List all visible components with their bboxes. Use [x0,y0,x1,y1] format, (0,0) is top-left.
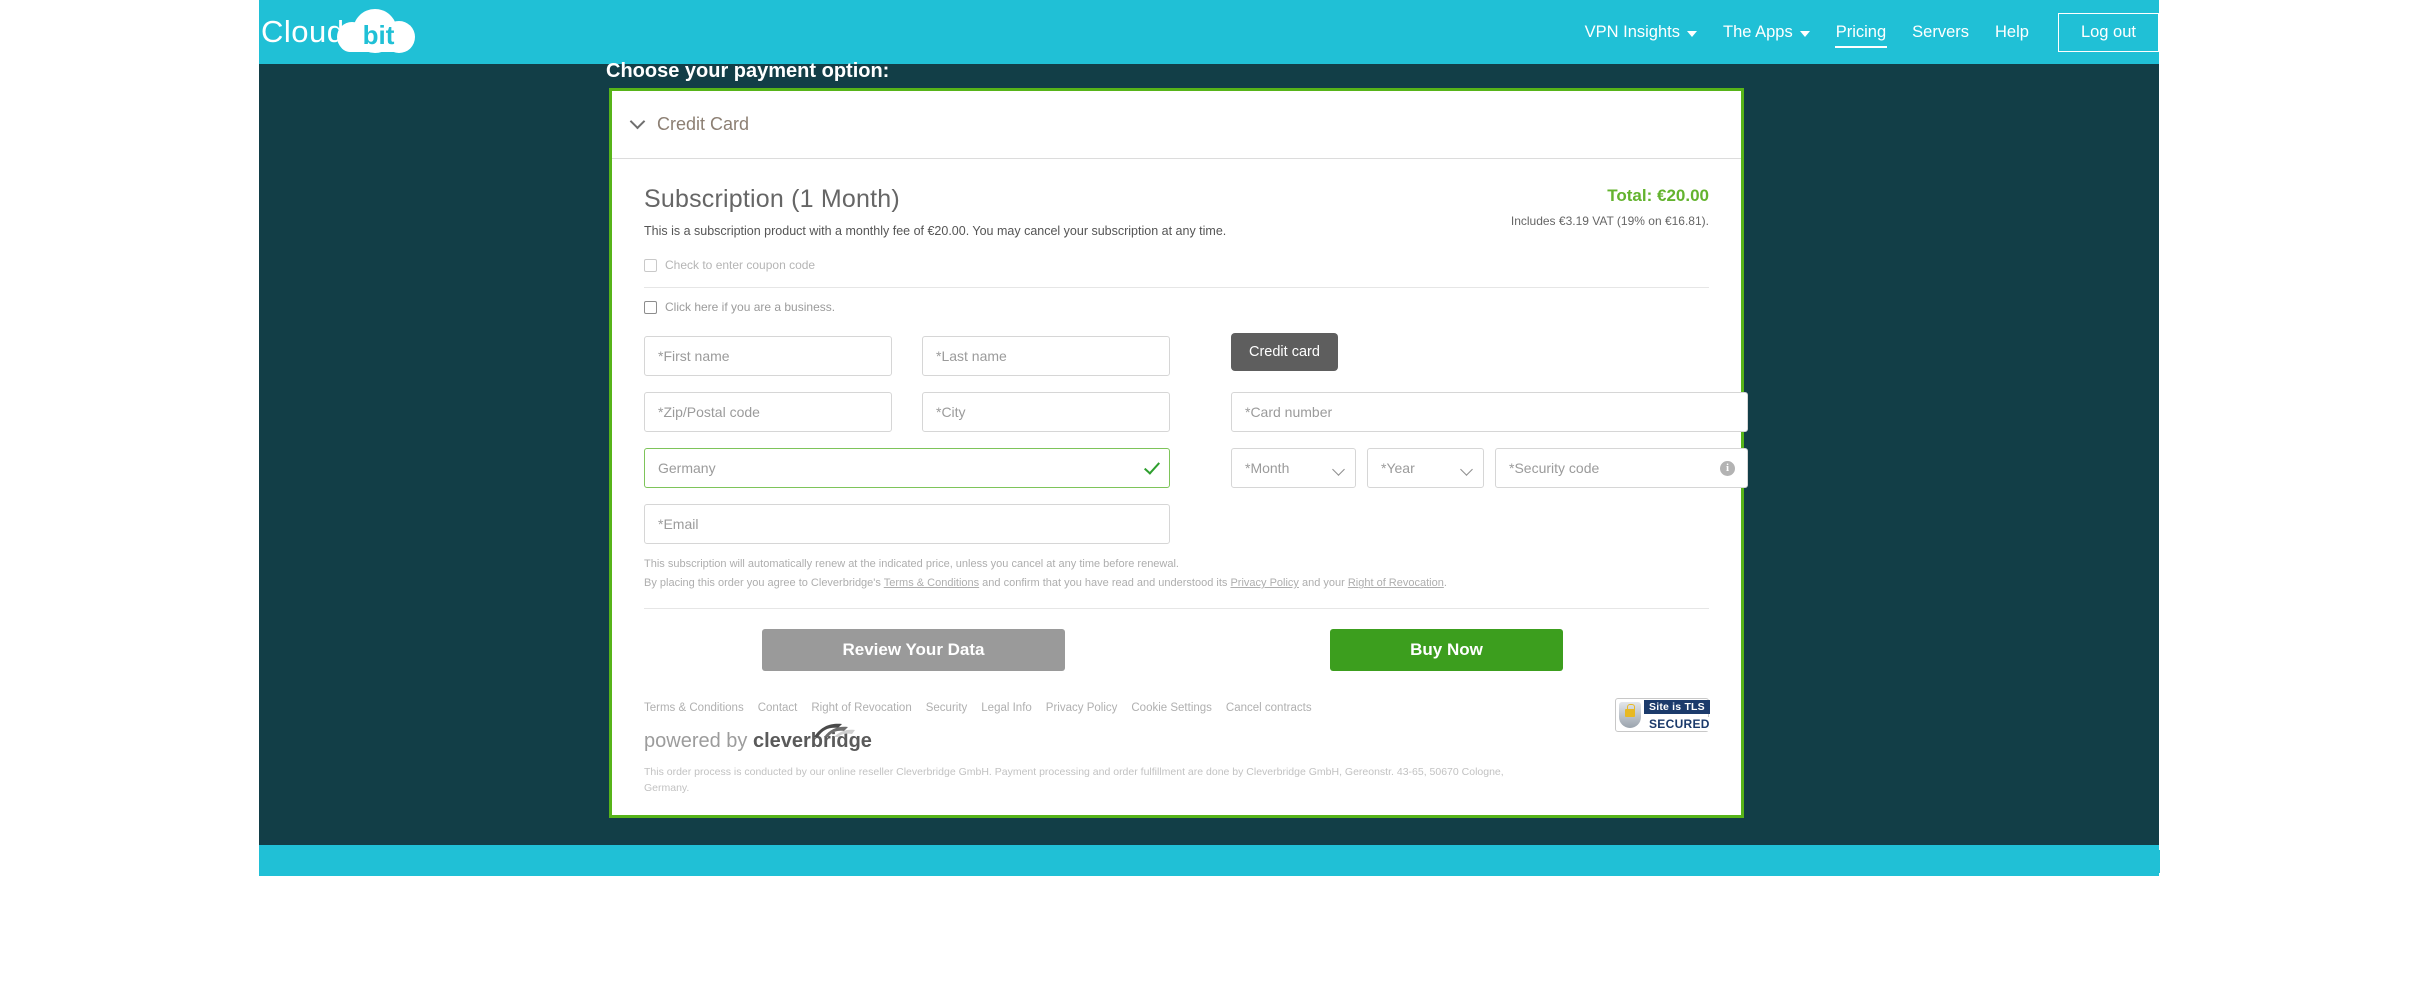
footer-link-right-of-revocation[interactable]: Right of Revocation [811,702,911,714]
agreement-notice: By placing this order you agree to Cleve… [644,574,1709,593]
logout-button[interactable]: Log out [2057,12,2159,52]
nav-label: VPN Insights [1584,22,1680,41]
lock-shield-icon [1619,701,1641,728]
total-amount: Total: €20.00 [1607,186,1709,205]
expiry-month-select[interactable]: *Month [1231,448,1356,488]
nav-label: Help [1995,22,2029,41]
business-row[interactable]: Click here if you are a business. [644,300,1709,314]
city-placeholder: *City [936,404,966,420]
page-root: Cloud bit VPN Insights The Apps Pricing … [0,0,2425,1008]
payment-method-header[interactable]: Credit Card [612,91,1741,159]
review-your-data-button[interactable]: Review Your Data [762,628,1065,671]
footer-link-contact[interactable]: Contact [758,702,798,714]
country-select[interactable]: Germany [644,448,1170,488]
footer-links: Terms & Conditions Contact Right of Revo… [644,702,1709,714]
right-of-revocation-link[interactable]: Right of Revocation [1348,577,1444,589]
info-icon[interactable]: i [1720,461,1735,476]
nav-label: Servers [1912,22,1969,41]
coupon-label: Check to enter coupon code [665,258,816,272]
checkout-card: Credit Card Total: €20.00 Includes €3.19… [609,88,1748,818]
site-footer-bar [259,845,2159,876]
city-input[interactable]: *City [922,392,1170,432]
last-name-placeholder: *Last name [936,348,1007,364]
tls-line-2: SECURED [1644,716,1715,731]
expiry-year-select[interactable]: *Year [1367,448,1484,488]
renew-notice: This subscription will automatically ren… [644,558,1179,570]
nav-label: The Apps [1722,22,1793,41]
page-title: Choose your payment option: [606,60,890,82]
tls-secured-badge: Site is TLS SECURED [1615,697,1715,732]
last-name-input[interactable]: *Last name [922,336,1170,376]
logo-text: Cloud [261,13,345,49]
tls-badge-text: Site is TLS SECURED [1644,697,1715,733]
nav-item-servers[interactable]: Servers [1899,0,1982,64]
site-logo[interactable]: Cloud bit [261,7,426,55]
reseller-disclaimer: This order process is conducted by our o… [644,765,1504,795]
action-buttons: Review Your Data Buy Now [644,628,1709,684]
email-placeholder: *Email [658,516,699,532]
footer-link-security[interactable]: Security [926,702,968,714]
footer-link-privacy-policy[interactable]: Privacy Policy [1046,702,1118,714]
privacy-policy-link[interactable]: Privacy Policy [1230,577,1298,589]
divider [644,287,1709,288]
first-name-input[interactable]: *First name [644,336,892,376]
agree-suffix: . [1443,577,1447,590]
logo-badge-text: bit [362,20,395,50]
coupon-row[interactable]: Check to enter coupon code [644,258,1709,272]
payment-method-label: Credit Card [657,114,750,134]
nav-item-help[interactable]: Help [1982,0,2042,64]
divider [644,607,1709,609]
chevron-down-icon [1799,30,1810,37]
business-label: Click here if you are a business. [665,300,836,314]
swoosh-icon [814,723,855,737]
cleverbridge-logo: powered by cleverbridge [644,723,1709,760]
cloud-icon: bit [336,9,415,53]
security-code-placeholder: *Security code [1509,460,1600,476]
footer-link-terms[interactable]: Terms & Conditions [644,702,744,714]
checkout-body: Total: €20.00 Includes €3.19 VAT (19% on… [612,159,1748,798]
nav-item-the-apps[interactable]: The Apps [1710,0,1823,64]
order-total: Total: €20.00 Includes €3.19 VAT (19% on… [1511,186,1709,228]
checkmark-icon [1144,458,1160,475]
chevron-down-icon [1686,30,1697,37]
nav-item-pricing[interactable]: Pricing [1823,0,1899,64]
footer-link-legal-info[interactable]: Legal Info [981,702,1032,714]
security-code-input[interactable]: *Security code i [1495,448,1748,488]
chevron-down-icon [1332,463,1345,476]
zip-code-input[interactable]: *Zip/Postal code [644,392,892,432]
month-placeholder: *Month [1245,460,1290,476]
tls-line-1: Site is TLS [1644,699,1710,714]
coupon-checkbox[interactable] [644,258,657,272]
chevron-down-icon [1460,463,1473,476]
checkout-footer: Terms & Conditions Contact Right of Revo… [644,697,1715,798]
active-underline [1834,46,1888,48]
vat-note: Includes €3.19 VAT (19% on €16.81). [1510,214,1709,228]
year-placeholder: *Year [1381,460,1415,476]
email-input[interactable]: *Email [644,504,1170,544]
nav-label: Pricing [1835,22,1887,41]
main-navigation: VPN Insights The Apps Pricing Servers He… [1572,0,2159,64]
nav-item-vpn-insights[interactable]: VPN Insights [1572,0,1710,64]
legal-text: This subscription will automatically ren… [644,555,1709,594]
agree-prefix: By placing this order you agree to Cleve… [644,577,884,590]
country-value: Germany [658,460,716,476]
buy-now-button[interactable]: Buy Now [1330,628,1563,671]
first-name-placeholder: *First name [658,348,730,364]
terms-link[interactable]: Terms & Conditions [884,577,979,589]
footer-bar-stub [2000,850,2160,873]
zip-placeholder: *Zip/Postal code [658,404,760,420]
billing-form: *First name *Last name *Zip/Postal code … [644,333,1748,551]
agree-and: and your [1298,577,1348,590]
powered-by-text: powered by [644,729,753,752]
credit-card-tab[interactable]: Credit card [1231,333,1338,371]
agree-mid: and confirm that you have read and under… [979,577,1231,590]
footer-link-cancel-contracts[interactable]: Cancel contracts [1226,702,1312,714]
card-number-placeholder: *Card number [1245,404,1333,420]
chevron-down-icon [629,113,646,130]
footer-link-cookie-settings[interactable]: Cookie Settings [1131,702,1212,714]
business-checkbox[interactable] [644,300,657,314]
card-number-input[interactable]: *Card number [1231,392,1748,432]
